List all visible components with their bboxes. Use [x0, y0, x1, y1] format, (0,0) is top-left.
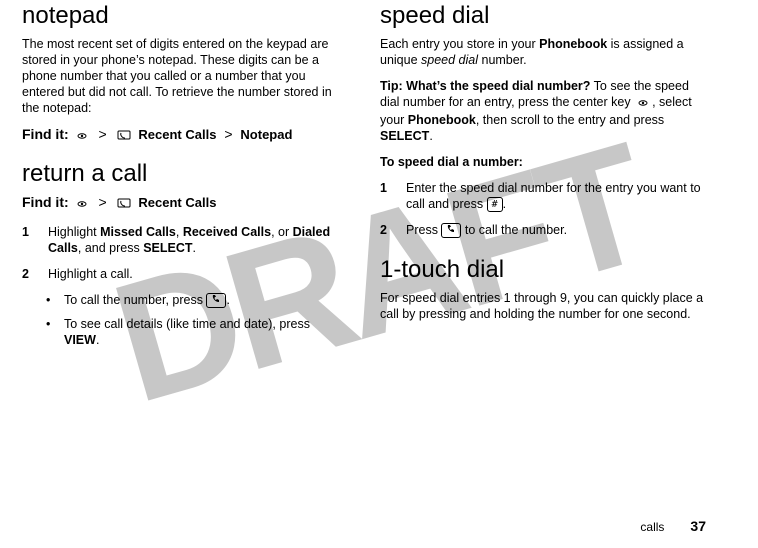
speed-dial-italic: speed dial [421, 53, 478, 67]
two-column-layout: notepad The most recent set of digits en… [22, 0, 706, 356]
find-it-label: Find it: [22, 126, 69, 142]
phonebook: Phonebook [539, 37, 607, 51]
footer-section-label: calls [640, 520, 664, 534]
separator-gt: > [94, 126, 110, 142]
heading-return-call: return a call [22, 160, 348, 188]
recent-calls-icon [117, 128, 133, 144]
find-it-label-2: Find it: [22, 194, 69, 210]
one-touch-paragraph: For speed dial entries 1 through 9, you … [380, 290, 706, 322]
phonebook-2: Phonebook [408, 113, 476, 127]
heading-notepad: notepad [22, 2, 348, 30]
send-key-icon [206, 293, 226, 308]
t: to call the number. [461, 223, 567, 237]
path-recent-calls-2: Recent Calls [138, 195, 216, 210]
pound-key: # [487, 197, 503, 212]
t: To call the number, press [64, 293, 206, 307]
send-key-icon-2 [441, 223, 461, 238]
left-column: notepad The most recent set of digits en… [22, 2, 348, 356]
t: . [429, 129, 432, 143]
center-key-icon [75, 128, 89, 144]
t: number. [478, 53, 527, 67]
page-number: 37 [690, 518, 706, 534]
bullet-dot: • [46, 316, 54, 348]
notepad-paragraph: The most recent set of digits entered on… [22, 36, 348, 116]
path-notepad: Notepad [240, 127, 292, 142]
t: To see call details (like time and date)… [64, 317, 310, 331]
step-2-left: 2 Highlight a call. [22, 266, 348, 282]
t: Highlight [48, 225, 100, 239]
speed-dial-tip: Tip: What’s the speed dial number? To se… [380, 78, 706, 144]
find-it-return-call: Find it: > Recent Calls [22, 194, 348, 212]
t: , [176, 225, 183, 239]
path-recent-calls: Recent Calls [138, 127, 216, 142]
t: , or [271, 225, 293, 239]
received-calls: Received Calls [183, 225, 271, 239]
t: . [96, 333, 99, 347]
recent-calls-icon-2 [117, 196, 133, 212]
center-key-icon-2 [75, 196, 89, 212]
select-key-2: SELECT [380, 129, 429, 143]
heading-speed-dial: speed dial [380, 2, 706, 30]
t: Enter the speed dial number for the entr… [406, 181, 701, 211]
step-number: 1 [380, 180, 392, 212]
manual-page: DRAFT notepad The most recent set of dig… [0, 0, 758, 548]
t: . [503, 197, 506, 211]
step-2-text: Highlight a call. [48, 266, 133, 282]
bullet-view-details: • To see call details (like time and dat… [46, 316, 348, 348]
find-it-notepad: Find it: > Recent Calls > Notepad [22, 126, 348, 144]
separator-gt-2: > [220, 126, 236, 142]
step-2-right: 2 Press to call the number. [380, 222, 706, 238]
select-key: SELECT [143, 241, 192, 255]
bullet-call-number: • To call the number, press . [46, 292, 348, 308]
missed-calls: Missed Calls [100, 225, 176, 239]
t: , then scroll to the entry and press [476, 113, 664, 127]
step-number: 2 [380, 222, 392, 238]
step-1-right: 1 Enter the speed dial number for the en… [380, 180, 706, 212]
t: Press [406, 223, 441, 237]
right-column: speed dial Each entry you store in your … [380, 2, 706, 356]
t: To speed dial a number: [380, 155, 523, 169]
heading-1-touch-dial: 1-touch dial [380, 256, 706, 284]
separator-gt-3: > [94, 194, 110, 210]
step-1-text-right: Enter the speed dial number for the entr… [406, 180, 706, 212]
bullet-dot: • [46, 292, 54, 308]
t: . [193, 241, 196, 255]
t: Each entry you store in your [380, 37, 539, 51]
view-key: VIEW [64, 333, 96, 347]
t: . [226, 293, 229, 307]
speed-dial-intro: Each entry you store in your Phonebook i… [380, 36, 706, 68]
tip-label: Tip: What’s the speed dial number? [380, 79, 590, 93]
bullet-text: To see call details (like time and date)… [64, 316, 348, 348]
step-number: 2 [22, 266, 34, 282]
page-footer: calls 37 [640, 518, 706, 534]
t: , and press [78, 241, 143, 255]
step-1-left: 1 Highlight Missed Calls, Received Calls… [22, 224, 348, 256]
step-1-text: Highlight Missed Calls, Received Calls, … [48, 224, 348, 256]
bullet-text: To call the number, press . [64, 292, 230, 308]
center-key-icon-3 [636, 96, 650, 112]
step-number: 1 [22, 224, 34, 256]
to-speed-dial-label: To speed dial a number: [380, 154, 706, 170]
step-2-text-right: Press to call the number. [406, 222, 567, 238]
